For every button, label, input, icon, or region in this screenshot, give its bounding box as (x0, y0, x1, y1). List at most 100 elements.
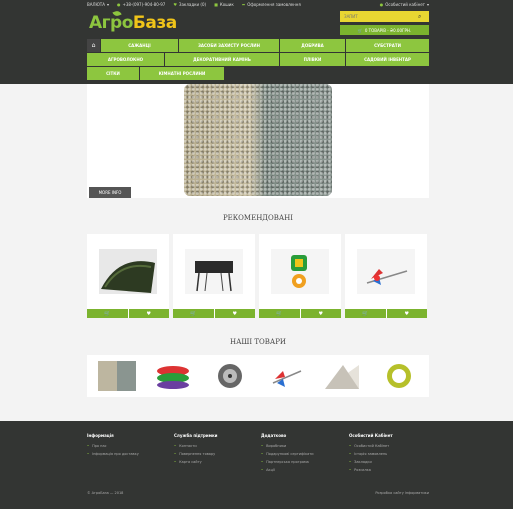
wishlist-button[interactable]: ♥ (214, 309, 255, 318)
footer-link-label: Акції (266, 468, 275, 472)
chevron-down-icon: ▾ (107, 1, 110, 7)
products-title-text: НАШІ ТОВАРИ (229, 338, 287, 346)
nav-item-fertilizers[interactable]: ДОБРИВА (280, 39, 345, 52)
footer-link[interactable]: • Контакти (174, 444, 217, 448)
add-to-cart-button[interactable]: 🛒 (87, 309, 128, 318)
more-info-button[interactable]: MORE INFO (89, 187, 131, 198)
carousel-thumb[interactable] (379, 361, 418, 391)
footer-link[interactable]: • Особистий Кабінет (349, 444, 393, 448)
footer-link[interactable]: • Акції (261, 468, 314, 472)
user-icon: ● (379, 1, 384, 7)
nav-item-saplings[interactable]: САЖАНЦІ (101, 39, 178, 52)
carousel-thumb[interactable] (210, 361, 249, 391)
logo-part2: База (132, 13, 177, 33)
product-card[interactable]: 🛒 ♥ (87, 234, 169, 318)
cart-button[interactable]: 🛒 0 ТОВАРІВ - ₴0.00ГРН. (340, 25, 429, 35)
products-title: НАШІ ТОВАРИ (87, 338, 429, 346)
footer-col-title: Служба підтримки (174, 433, 218, 438)
featured-title-text: РЕКОМЕНДОВАНІ (222, 214, 294, 222)
logo-text: АгроБаза (89, 13, 177, 33)
footer-link[interactable]: • Історія замовлень (349, 452, 393, 456)
bullet-icon: • (349, 444, 352, 448)
wishlist-button[interactable]: ♥ (300, 309, 341, 318)
footer-link[interactable]: • Закладки (349, 460, 393, 464)
phone-label: +38-(097)-904-80-97 (122, 1, 166, 7)
hero-slider[interactable]: MORE INFO (87, 84, 429, 198)
cart-link[interactable]: ■ Кошик (214, 2, 234, 7)
nav-item-decorative-stone[interactable]: ДЕКОРАТИВНИЙ КАМІНЬ (165, 53, 279, 66)
copyright: © АгроБаза — 2018 (87, 491, 124, 495)
cart-icon: 🛒 (357, 27, 363, 33)
product-card[interactable]: 🛒 ♥ (259, 234, 341, 318)
add-to-cart-button[interactable]: 🛒 (345, 309, 386, 318)
bullet-icon: • (261, 460, 264, 464)
bullet-icon: • (349, 460, 352, 464)
footer-col-account: Особистий Кабінет • Особистий Кабінет • Іс… (349, 433, 393, 476)
footer-link[interactable]: • Виробники (261, 444, 314, 448)
add-to-cart-button[interactable]: 🛒 (173, 309, 214, 318)
developer-credit[interactable]: Розробка сайту інформатики (375, 491, 429, 495)
product-carousel (87, 355, 429, 397)
account-label: Особистий кабінет (385, 1, 425, 7)
carousel-thumb[interactable] (267, 361, 306, 391)
cart-icon: 🛒 (276, 310, 283, 317)
cart-label: Кошик (219, 1, 234, 7)
footer-col-title: Особистий Кабінет (349, 433, 393, 438)
footer-link-label: Закладки (354, 460, 372, 464)
search-icon[interactable]: ⌕ (418, 13, 421, 21)
footer-link[interactable]: • Про нас (87, 444, 139, 448)
footer-link[interactable]: • Інформація про доставку (87, 452, 139, 456)
footer-col-title: Інформація (87, 433, 114, 438)
nav-item-nets[interactable]: СІТКИ (87, 67, 139, 80)
wishlist-button[interactable]: ♥ (128, 309, 169, 318)
phone-link[interactable]: ● +38-(097)-904-80-97 (117, 2, 165, 7)
heart-icon: ♥ (146, 310, 151, 317)
wishlist-link[interactable]: ♥ Закладки (0) (173, 2, 206, 7)
share-icon: ➦ (241, 1, 246, 7)
heart-icon: ♥ (404, 310, 409, 317)
carousel-thumb[interactable] (323, 361, 362, 391)
nav-item-films[interactable]: ПЛІВКИ (280, 53, 345, 66)
bullet-icon: • (87, 444, 90, 448)
product-card[interactable]: 🛒 ♥ (345, 234, 427, 318)
footer-col-extra: Додатково • Виробники • Подарункові сертиф… (261, 433, 314, 476)
bullet-icon: • (174, 444, 177, 448)
home-icon[interactable]: ⌂ (87, 39, 100, 52)
footer-link[interactable]: • Карта сайту (174, 460, 217, 464)
footer-link[interactable]: • Подарункові сертифікати (261, 452, 314, 456)
nav-item-substrates[interactable]: СУБСТРАТИ (346, 39, 429, 52)
search-box: ⌕ (340, 11, 429, 22)
checkout-link[interactable]: ➦ Оформлення замовлення (242, 2, 301, 7)
wishlist-button[interactable]: ♥ (386, 309, 427, 318)
search-input[interactable] (340, 11, 418, 22)
product-card[interactable]: 🛒 ♥ (173, 234, 255, 318)
product-image-connector (271, 249, 329, 294)
nav-item-plant-protection[interactable]: ЗАСОБИ ЗАХИСТУ РОСЛИН (179, 39, 279, 52)
footer-col-support: Служба підтримки • Контакти • Повернення т… (174, 433, 217, 468)
cart-icon: 🛒 (362, 310, 369, 317)
footer-col-info: Інформація • Про нас • Інформація про дост… (87, 433, 139, 460)
footer-link-label: Про нас (92, 444, 107, 448)
nav-item-garden-tools[interactable]: САДОВИЙ ІНВЕНТАР (346, 53, 429, 66)
currency-dropdown[interactable]: ВАЛЮТА ▾ (87, 2, 109, 7)
footer-link[interactable]: • Партнерська програма (261, 460, 314, 464)
footer-link[interactable]: • Повернення товару (174, 452, 217, 456)
cart-icon: 🛒 (104, 310, 111, 317)
nav-item-agrofibre[interactable]: АГРОВОЛОКНО (87, 53, 164, 66)
footer-link-label: Виробники (266, 444, 287, 448)
bullet-icon: • (261, 452, 264, 456)
product-image-sprinkler (357, 249, 415, 294)
footer: Інформація • Про нас • Інформація про дост… (0, 421, 513, 509)
currency-label: ВАЛЮТА (87, 1, 105, 7)
add-to-cart-button[interactable]: 🛒 (259, 309, 300, 318)
carousel-thumb[interactable] (154, 361, 193, 391)
cart-summary: 0 ТОВАРІВ - ₴0.00ГРН. (364, 27, 412, 33)
footer-link[interactable]: • Розсилка (349, 468, 393, 472)
footer-link-label: Контакти (179, 444, 197, 448)
carousel-thumb[interactable] (98, 361, 137, 391)
logo[interactable]: АгроБаза (89, 9, 177, 35)
account-dropdown[interactable]: ● Особистий кабінет ▾ (380, 2, 429, 7)
nav-item-houseplants[interactable]: КІМНАТНІ РОСЛИНИ (140, 67, 224, 80)
heart-icon: ♥ (173, 1, 177, 7)
wishlist-label: Закладки (0) (178, 1, 207, 7)
